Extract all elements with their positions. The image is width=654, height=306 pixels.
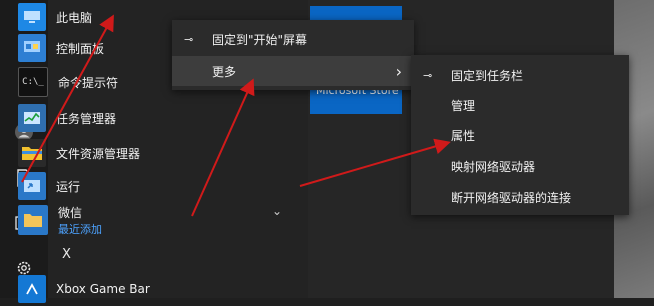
properties-item[interactable]: 属性 xyxy=(411,120,629,150)
pin-icon: ⊸ xyxy=(184,32,194,46)
menu-item-label: 更多 xyxy=(212,64,237,79)
control-panel-icon xyxy=(18,34,46,62)
xbox-icon xyxy=(18,275,46,303)
pin-to-start-item[interactable]: ⊸ 固定到"开始"屏幕 xyxy=(172,24,414,54)
app-label: 文件资源管理器 xyxy=(56,146,141,161)
menu-item-label: 固定到"开始"屏幕 xyxy=(212,32,308,47)
app-label: 微信 xyxy=(58,205,83,220)
app-xbox-game-bar[interactable]: Xbox Game Bar xyxy=(18,272,150,306)
context-menu: ⊸ 固定到"开始"屏幕 更多 › xyxy=(172,20,414,90)
app-label: 任务管理器 xyxy=(56,111,117,126)
menu-item-label: 映射网络驱动器 xyxy=(451,159,536,174)
more-submenu: ⊸ 固定到任务栏 管理 属性 映射网络驱动器 断开网络驱动器的连接 xyxy=(411,55,629,215)
app-wechat-folder[interactable]: 微信 最近添加 xyxy=(18,203,102,237)
app-label: Xbox Game Bar xyxy=(56,282,150,296)
app-this-pc[interactable]: 此电脑 xyxy=(18,0,92,34)
pin-icon: ⊸ xyxy=(423,68,433,82)
task-manager-icon xyxy=(18,104,46,132)
app-label: 控制面板 xyxy=(56,41,105,56)
app-run[interactable]: 运行 xyxy=(18,169,80,203)
app-label: 此电脑 xyxy=(56,10,93,25)
app-label: 运行 xyxy=(56,179,81,194)
this-pc-icon xyxy=(18,3,46,31)
app-control-panel[interactable]: 控制面板 xyxy=(18,31,104,65)
menu-item-label: 固定到任务栏 xyxy=(451,68,524,83)
more-item[interactable]: 更多 › xyxy=(172,56,414,86)
run-icon xyxy=(18,172,46,200)
disconnect-network-drive-item[interactable]: 断开网络驱动器的连接 xyxy=(411,182,629,212)
section-header-x[interactable]: X xyxy=(62,247,71,262)
pin-to-taskbar-item[interactable]: ⊸ 固定到任务栏 xyxy=(411,60,629,90)
app-label: 命令提示符 xyxy=(58,75,119,90)
app-task-manager[interactable]: 任务管理器 xyxy=(18,101,116,135)
menu-item-label: 属性 xyxy=(451,128,476,143)
menu-item-label: 断开网络驱动器的连接 xyxy=(451,190,572,205)
cmd-icon: C:\_ xyxy=(18,67,48,97)
chevron-down-icon[interactable]: ⌄ xyxy=(272,204,282,218)
map-network-drive-item[interactable]: 映射网络驱动器 xyxy=(411,151,629,181)
recently-added-label: 最近添加 xyxy=(58,222,102,236)
manage-item[interactable]: 管理 xyxy=(411,90,629,120)
menu-item-label: 管理 xyxy=(451,98,476,113)
submenu-arrow-icon: › xyxy=(395,61,402,81)
app-file-explorer[interactable]: 文件资源管理器 xyxy=(18,136,140,170)
folder-icon xyxy=(18,205,48,235)
app-command-prompt[interactable]: C:\_ 命令提示符 xyxy=(18,65,118,99)
file-explorer-icon xyxy=(18,139,46,167)
